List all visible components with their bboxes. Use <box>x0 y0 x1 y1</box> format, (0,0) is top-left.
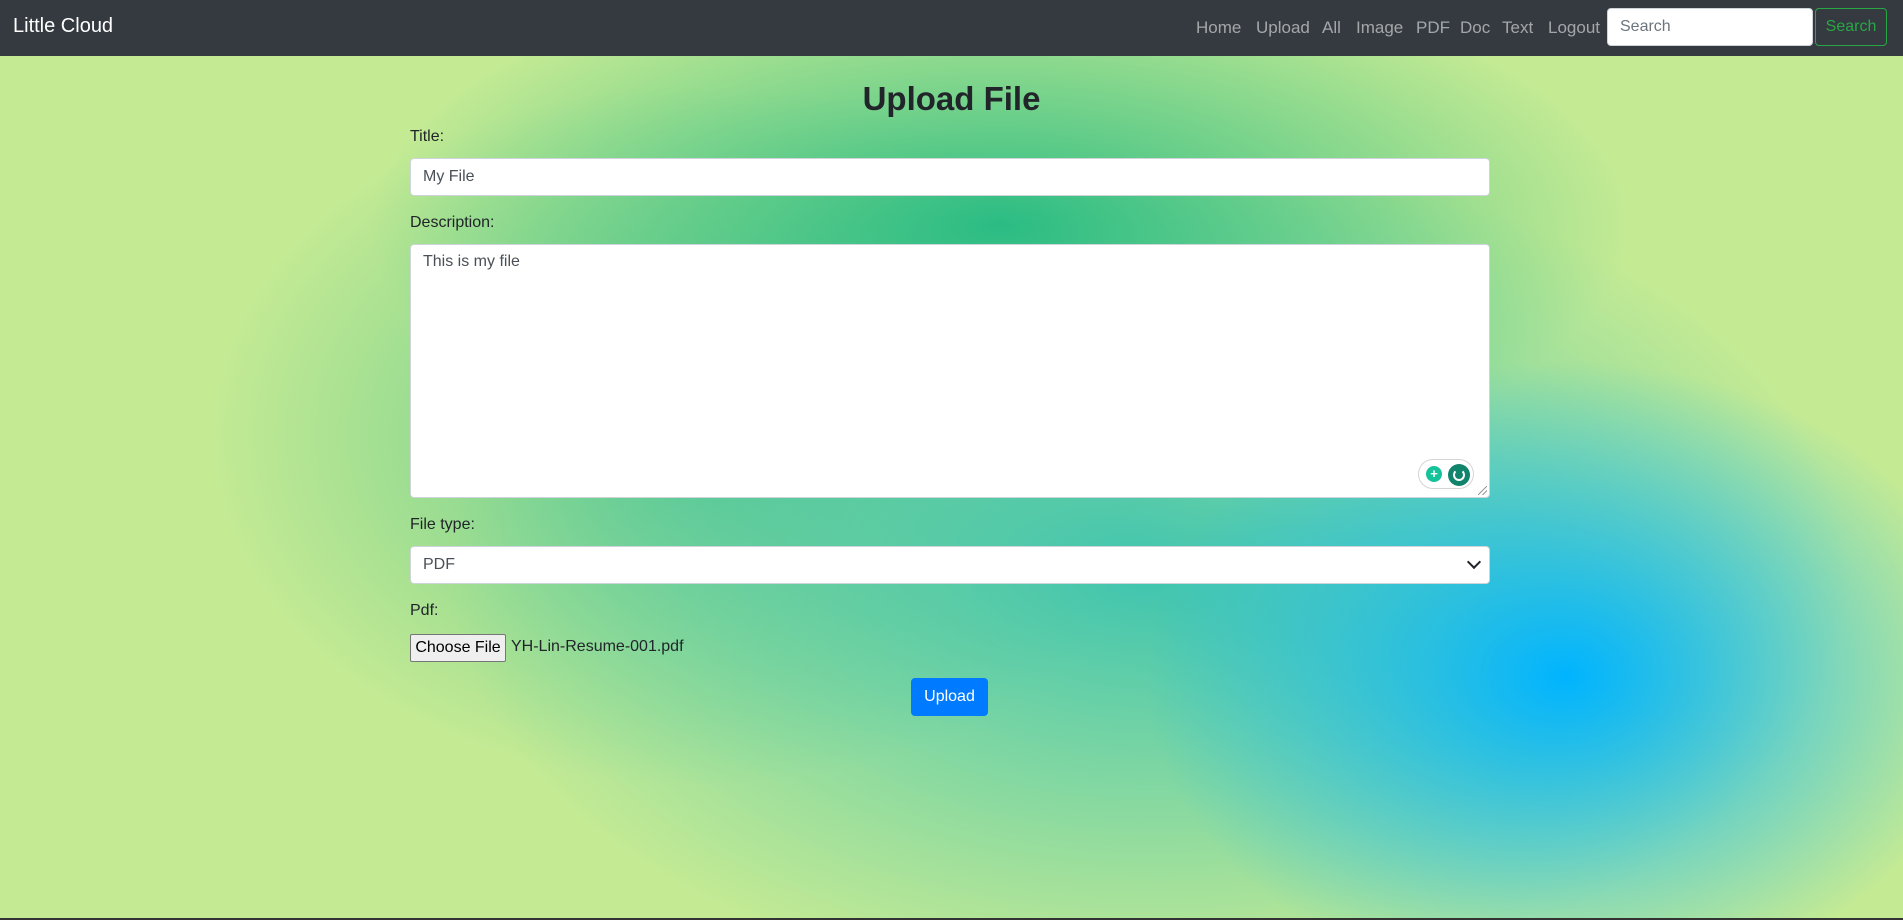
nav-link-all[interactable]: All <box>1322 18 1341 38</box>
filetype-label: File type: <box>410 516 475 533</box>
search-button[interactable]: Search <box>1815 8 1887 46</box>
search-input[interactable] <box>1607 8 1813 46</box>
lightbulb-icon[interactable]: + <box>1426 466 1442 482</box>
choose-file-button[interactable]: Choose File <box>410 634 506 662</box>
filetype-selected-value: PDF <box>423 556 455 573</box>
nav-link-doc[interactable]: Doc <box>1460 18 1490 38</box>
chevron-down-icon <box>1466 554 1482 570</box>
nav-link-image[interactable]: Image <box>1356 18 1403 38</box>
grammarly-widget[interactable]: + <box>1418 459 1474 489</box>
title-input[interactable]: My File <box>410 158 1490 196</box>
nav-link-pdf[interactable]: PDF <box>1416 18 1450 38</box>
description-label: Description: <box>410 214 495 231</box>
nav-link-text[interactable]: Text <box>1502 18 1533 38</box>
resize-handle-icon[interactable] <box>1478 486 1487 495</box>
brand-logo[interactable]: Little Cloud <box>13 15 113 38</box>
nav-link-logout[interactable]: Logout <box>1548 18 1600 38</box>
filetype-select[interactable]: PDF <box>410 546 1490 584</box>
grammarly-icon[interactable] <box>1448 464 1470 486</box>
selected-file-name: YH-Lin-Resume-001.pdf <box>511 638 684 655</box>
navbar: Little Cloud Home Upload All Image PDF D… <box>0 0 1903 56</box>
title-label: Title: <box>410 128 445 145</box>
page-title: Upload File <box>862 80 1041 117</box>
description-textarea[interactable]: This is my file <box>410 244 1490 498</box>
nav-link-home[interactable]: Home <box>1196 18 1241 38</box>
upload-button[interactable]: Upload <box>911 678 988 716</box>
description-text: This is my file <box>423 253 520 270</box>
nav-link-upload[interactable]: Upload <box>1256 18 1310 38</box>
file-label: Pdf: <box>410 602 439 619</box>
upload-form: Upload File Title: My File Description: … <box>0 56 1903 920</box>
